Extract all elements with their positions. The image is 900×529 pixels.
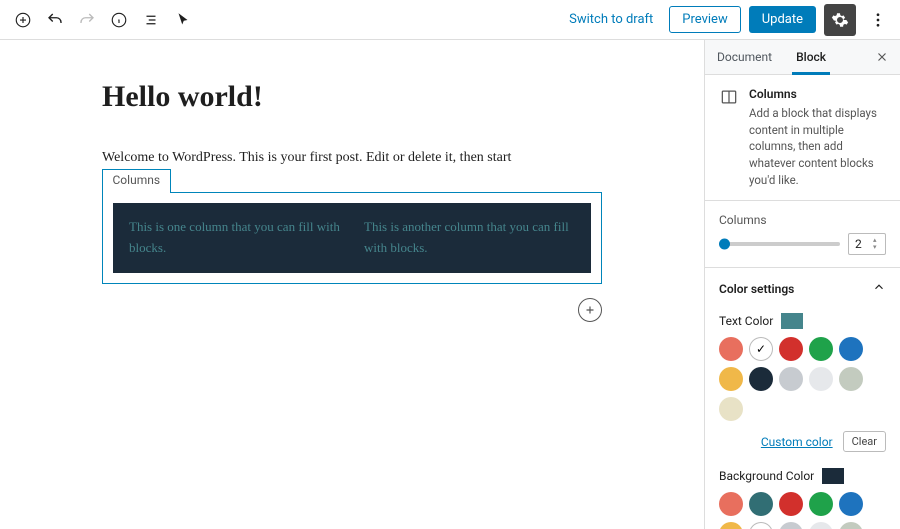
text-color-swatch[interactable] (779, 337, 803, 361)
bg-color-indicator (822, 468, 844, 484)
text-color-swatch[interactable] (719, 337, 743, 361)
block-breadcrumb[interactable]: Columns (102, 169, 172, 193)
more-menu-button[interactable] (864, 4, 892, 36)
preview-button[interactable]: Preview (669, 6, 740, 33)
columns-slider[interactable] (719, 242, 840, 246)
text-color-clear-button[interactable]: Clear (843, 431, 886, 452)
text-color-swatches (719, 337, 886, 421)
close-sidebar-button[interactable] (868, 43, 896, 71)
column-2[interactable]: This is another column that you can fill… (364, 217, 575, 259)
bg-color-swatch[interactable] (749, 492, 773, 516)
text-color-indicator (781, 313, 803, 329)
text-color-swatch[interactable] (839, 367, 863, 391)
bg-color-label: Background Color (719, 469, 814, 483)
add-block-button[interactable] (8, 5, 38, 35)
text-color-swatch[interactable] (719, 367, 743, 391)
bg-color-swatch[interactable] (779, 492, 803, 516)
block-card-title: Columns (749, 87, 886, 101)
navigation-mode-button[interactable] (168, 5, 198, 35)
paragraph-block[interactable]: Welcome to WordPress. This is your first… (102, 150, 602, 166)
tab-block[interactable]: Block (784, 40, 838, 74)
text-color-label: Text Color (719, 314, 773, 328)
text-custom-color-link[interactable]: Custom color (761, 435, 833, 449)
bg-color-swatch[interactable] (839, 492, 863, 516)
redo-button (72, 5, 102, 35)
post-title[interactable]: Hello world! (102, 80, 602, 114)
editor-toolbar: Switch to draft Preview Update (0, 0, 900, 40)
bg-color-swatch[interactable] (749, 522, 773, 529)
settings-sidebar: Document Block Columns Add a block that … (704, 40, 900, 529)
bg-color-swatch[interactable] (809, 492, 833, 516)
info-button[interactable] (104, 5, 134, 35)
bg-color-swatches (719, 492, 886, 529)
bg-color-swatch[interactable] (809, 522, 833, 529)
stepper-icon[interactable]: ▴▾ (873, 235, 883, 253)
text-color-swatch[interactable] (779, 367, 803, 391)
text-color-swatch[interactable] (809, 337, 833, 361)
bg-color-swatch[interactable] (779, 522, 803, 529)
chevron-up-icon (872, 280, 886, 297)
switch-to-draft-link[interactable]: Switch to draft (561, 6, 661, 33)
columns-icon (719, 87, 739, 188)
text-color-swatch[interactable] (719, 397, 743, 421)
columns-number-input[interactable]: 2 ▴▾ (848, 233, 886, 255)
editor-canvas[interactable]: Hello world! Welcome to WordPress. This … (0, 40, 704, 529)
text-color-swatch[interactable] (749, 367, 773, 391)
text-color-swatch[interactable] (809, 367, 833, 391)
tab-document[interactable]: Document (705, 40, 784, 74)
columns-block[interactable]: Columns This is one column that you can … (102, 192, 602, 284)
columns-count-label: Columns (719, 213, 886, 227)
text-color-swatch[interactable] (749, 337, 773, 361)
block-card-desc: Add a block that displays content in mul… (749, 105, 886, 188)
bg-color-swatch[interactable] (839, 522, 863, 529)
column-1[interactable]: This is one column that you can fill wit… (129, 217, 340, 259)
text-color-swatch[interactable] (839, 337, 863, 361)
bg-color-swatch[interactable] (719, 522, 743, 529)
settings-toggle-button[interactable] (824, 4, 856, 36)
outline-button[interactable] (136, 5, 166, 35)
color-settings-toggle[interactable]: Color settings (705, 268, 900, 309)
undo-button[interactable] (40, 5, 70, 35)
insert-block-after-button[interactable] (578, 298, 602, 322)
bg-color-swatch[interactable] (719, 492, 743, 516)
update-button[interactable]: Update (749, 6, 816, 33)
